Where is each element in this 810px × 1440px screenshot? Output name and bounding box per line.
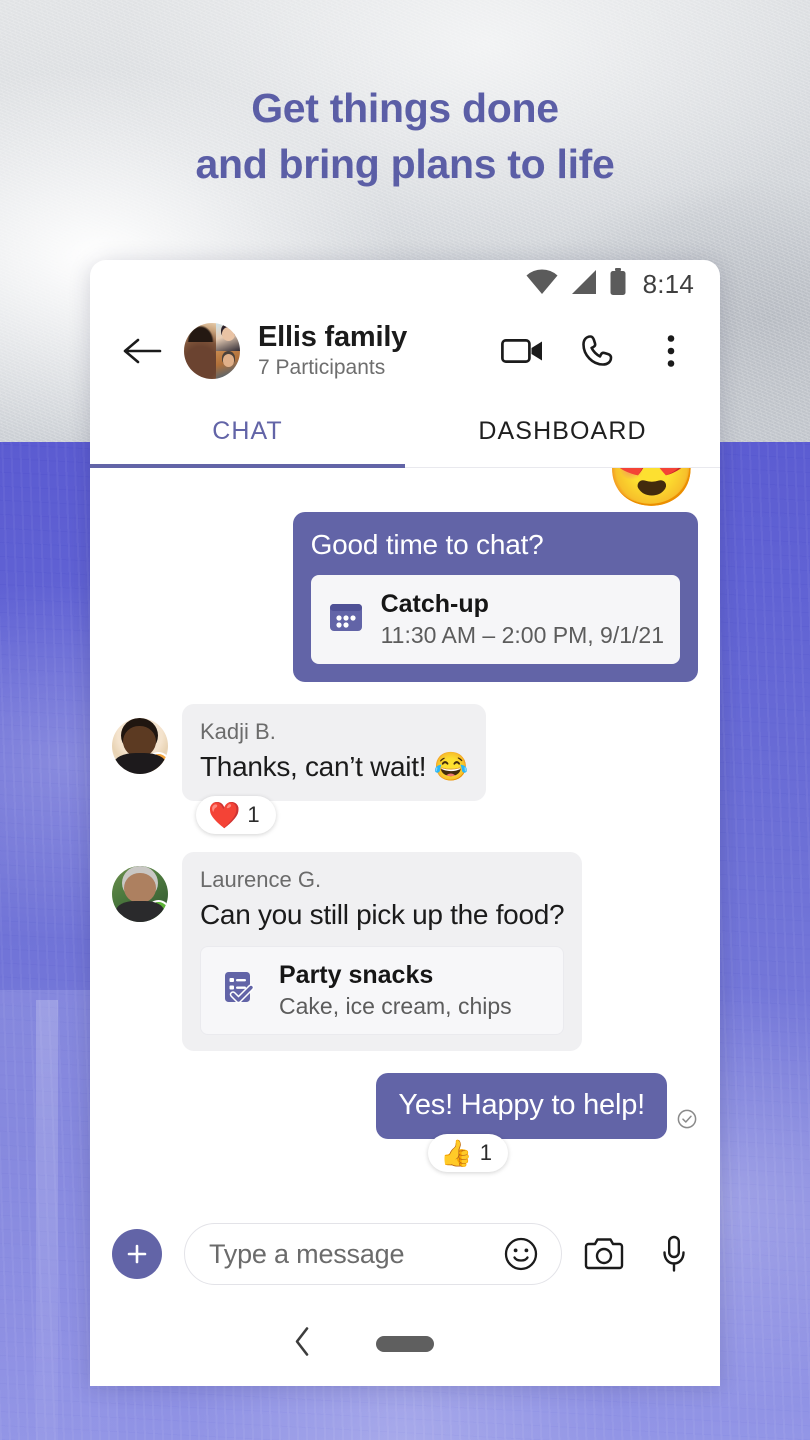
message-text: Thanks, can’t wait! 😂 <box>200 751 469 782</box>
message-row-meeting: Good time to chat? Catch-up 11:30 AM – 2… <box>112 512 698 682</box>
chat-tabs: CHAT DASHBOARD <box>90 394 720 468</box>
promo-headline: Get things done and bring plans to life <box>0 80 810 192</box>
delivered-check-icon <box>676 1108 698 1135</box>
message-text: Can you still pick up the food? <box>200 899 565 930</box>
message-row-reply: Yes! Happy to help! <box>112 1073 698 1139</box>
tab-dashboard[interactable]: DASHBOARD <box>405 394 720 468</box>
reaction-row-kadji: ❤️ 1 <box>112 796 698 834</box>
status-bar-time: 8:14 <box>642 268 694 299</box>
background-panel-stripe <box>36 1000 58 1440</box>
android-nav-bar <box>90 1302 720 1386</box>
task-items: Cake, ice cream, chips <box>279 993 512 1019</box>
camera-button[interactable] <box>580 1230 628 1278</box>
task-title: Party snacks <box>279 961 434 989</box>
message-input[interactable]: Type a message <box>209 1239 485 1270</box>
nav-back-icon <box>295 1327 309 1356</box>
chat-title: Ellis family <box>258 321 408 353</box>
cellular-signal-icon <box>570 269 598 300</box>
nav-home-pill[interactable] <box>376 1336 434 1352</box>
avatar-photo-3 <box>216 351 240 379</box>
meeting-card[interactable]: Catch-up 11:30 AM – 2:00 PM, 9/1/21 <box>310 575 680 664</box>
message-bubble-outgoing[interactable]: Good time to chat? Catch-up 11:30 AM – 2… <box>292 512 698 682</box>
avatar-photo-2 <box>216 323 240 351</box>
message-bubble-incoming[interactable]: Laurence G. Can you still pick up the fo… <box>182 852 583 1051</box>
clock-icon <box>157 759 162 766</box>
message-text: Yes! Happy to help! <box>398 1089 645 1121</box>
back-arrow-icon <box>123 338 162 364</box>
emoji-smiley-icon <box>504 1237 538 1271</box>
meeting-title: Catch-up <box>380 590 489 618</box>
add-attachment-button[interactable] <box>112 1229 162 1279</box>
chat-header-actions <box>500 328 698 374</box>
message-bubble-incoming[interactable]: Kadji B. Thanks, can’t wait! 😂 <box>182 704 487 801</box>
calendar-icon <box>327 598 365 641</box>
avatar-laurence[interactable] <box>112 866 168 922</box>
microphone-icon <box>663 1235 685 1272</box>
phone-mockup: 8:14 Ellis family 7 Participants CHAT DA… <box>90 260 720 1386</box>
avatar-kadji[interactable] <box>112 718 168 774</box>
chat-header: Ellis family 7 Participants <box>90 308 720 394</box>
message-sender-name: Laurence G. <box>200 867 322 892</box>
task-card[interactable]: Party snacks Cake, ice cream, chips <box>200 946 565 1035</box>
video-call-button[interactable] <box>500 328 546 374</box>
avatar-photo-secondary-stack <box>216 323 240 379</box>
headline-line-2: and bring plans to life <box>195 141 615 187</box>
message-list[interactable]: 😍 Good time to chat? Catch-up 11:30 AM –… <box>90 468 720 1206</box>
message-input-wrap[interactable]: Type a message <box>184 1223 562 1285</box>
message-row-kadji: Kadji B. Thanks, can’t wait! 😂 <box>112 704 698 801</box>
task-list-icon <box>219 967 261 1014</box>
audio-call-button[interactable] <box>574 328 620 374</box>
meeting-time: 11:30 AM – 2:00 PM, 9/1/21 <box>380 622 664 648</box>
more-vertical-icon <box>667 335 675 367</box>
incoming-message-wrap: Kadji B. Thanks, can’t wait! 😂 <box>112 704 487 801</box>
reaction-badge[interactable]: ❤️ 1 <box>196 796 276 834</box>
video-camera-icon <box>501 339 542 363</box>
phone-icon <box>582 335 613 366</box>
battery-icon <box>609 267 627 301</box>
chat-participants-count: 7 Participants <box>258 356 386 379</box>
compose-actions <box>580 1230 698 1278</box>
camera-icon <box>584 1238 624 1270</box>
reaction-badge[interactable]: 👍 1 <box>428 1134 508 1172</box>
back-button[interactable] <box>116 325 168 377</box>
group-avatar[interactable] <box>184 323 240 379</box>
emoji-message-clipped: 😍 <box>605 468 698 510</box>
incoming-message-wrap: Laurence G. Can you still pick up the fo… <box>112 852 583 1051</box>
check-icon <box>154 908 163 916</box>
microphone-button[interactable] <box>650 1230 698 1278</box>
wifi-icon <box>525 268 559 300</box>
emoji-button[interactable] <box>497 1230 545 1278</box>
reaction-count: 1 <box>479 1140 492 1165</box>
presence-badge-away <box>147 752 168 774</box>
compose-bar: Type a message <box>90 1206 720 1302</box>
message-text: Good time to chat? <box>310 529 544 560</box>
message-sender-name: Kadji B. <box>200 719 276 744</box>
tab-chat[interactable]: CHAT <box>90 394 405 468</box>
nav-back-button[interactable] <box>292 1326 312 1363</box>
message-row-laurence: Laurence G. Can you still pick up the fo… <box>112 852 698 1051</box>
task-card-body: Party snacks Cake, ice cream, chips <box>279 960 512 1021</box>
plus-icon <box>127 1244 147 1264</box>
avatar-photo-primary <box>184 323 217 379</box>
status-bar: 8:14 <box>90 260 720 308</box>
headline-line-1: Get things done <box>251 85 559 131</box>
reaction-emoji: 👍 <box>440 1138 473 1168</box>
meeting-card-body: Catch-up 11:30 AM – 2:00 PM, 9/1/21 <box>381 589 664 650</box>
message-bubble-outgoing[interactable]: Yes! Happy to help! <box>376 1073 667 1139</box>
reaction-emoji: ❤️ <box>208 800 241 830</box>
presence-badge-available <box>147 900 168 922</box>
reaction-row-reply: 👍 1 <box>112 1134 698 1172</box>
reaction-count: 1 <box>247 802 260 827</box>
outgoing-message-wrap: Yes! Happy to help! <box>376 1073 698 1139</box>
more-options-button[interactable] <box>648 328 694 374</box>
chat-header-text[interactable]: Ellis family 7 Participants <box>258 321 500 381</box>
